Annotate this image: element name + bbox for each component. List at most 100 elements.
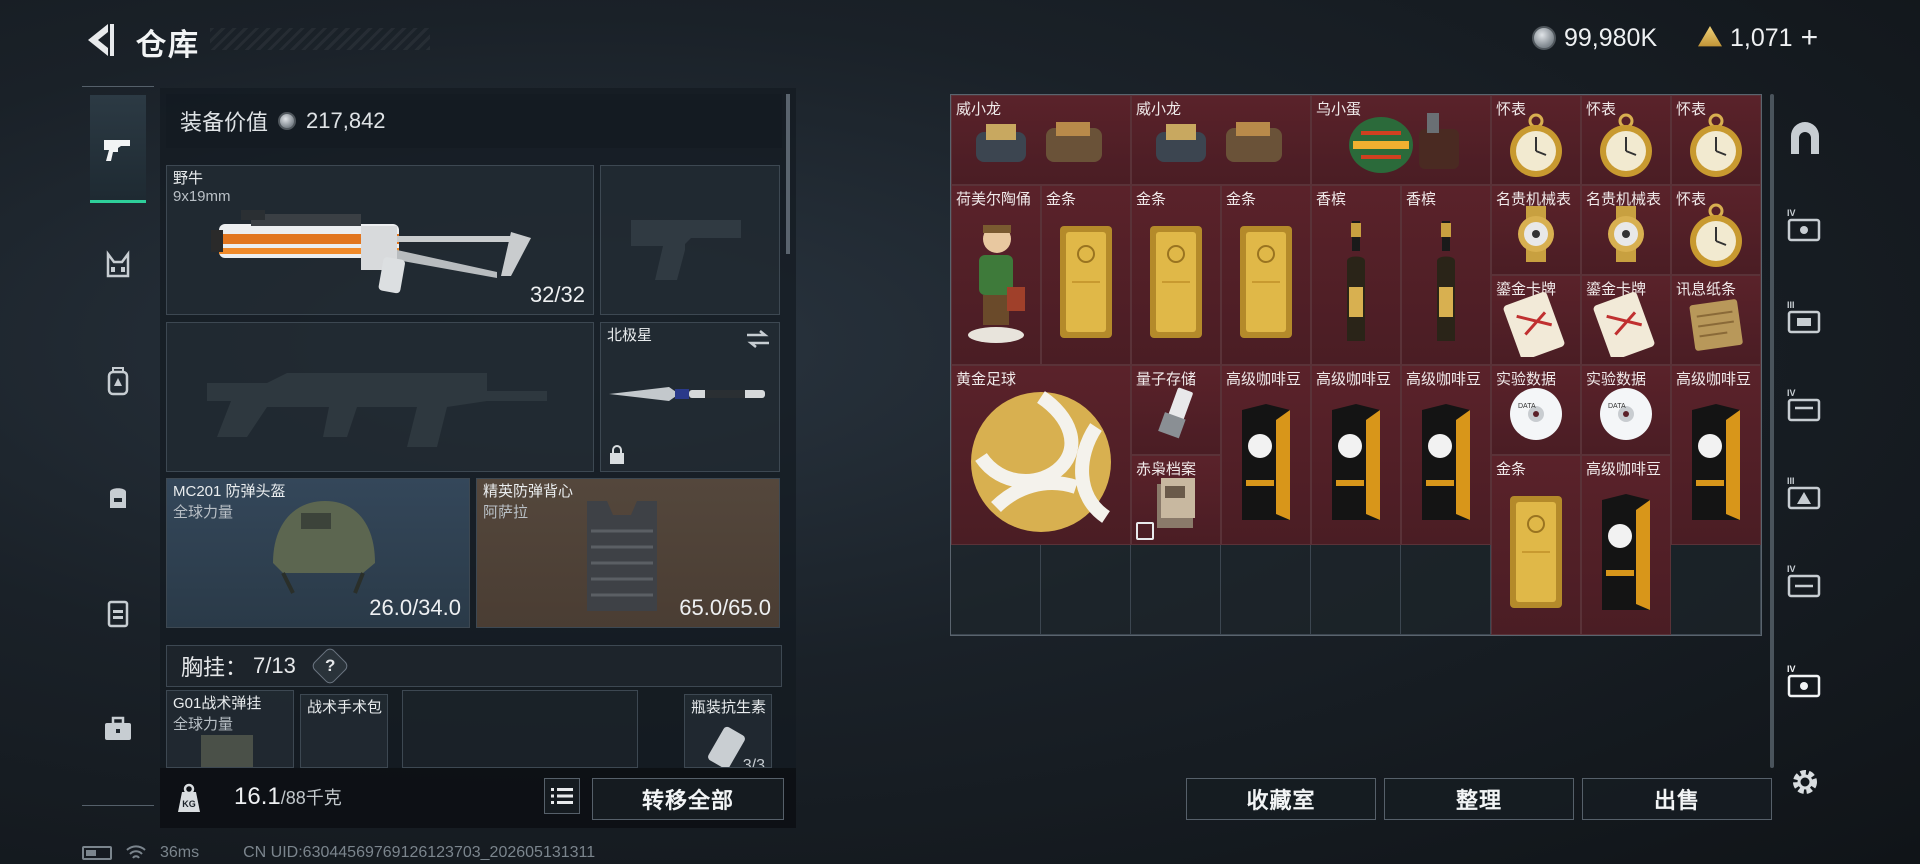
sell-button[interactable]: 出售 <box>1582 778 1772 820</box>
stash-item[interactable]: 怀表 <box>1671 185 1761 275</box>
stash-tab-iv-c[interactable]: IV <box>1776 542 1834 622</box>
help-icon: ? <box>324 655 336 675</box>
equip-value-label: 装备价值 <box>180 110 269 135</box>
secondary-weapon-slot[interactable] <box>166 322 594 472</box>
stash-tab-iii-b[interactable]: III <box>1776 454 1834 534</box>
stash-item[interactable]: 香槟 <box>1311 185 1401 365</box>
backpack-icon <box>107 367 129 396</box>
gold-amount: 1,071 <box>1730 23 1793 52</box>
chest-rig-label: 胸挂： <box>181 655 248 680</box>
stash-item[interactable]: 赤枭档案 <box>1131 455 1221 545</box>
stash-item[interactable]: 威小龙 <box>1131 95 1311 185</box>
settings-button[interactable] <box>1776 742 1834 822</box>
stash-item[interactable]: 实验数据 DATA <box>1581 365 1671 455</box>
weight-current: 16.1 <box>234 783 281 810</box>
stash-tab-iv-a[interactable]: IV <box>1776 186 1834 266</box>
carry-weight: 16.1/88千克 <box>234 783 342 811</box>
chest-item-name: 瓶装抗生素 <box>691 699 767 716</box>
sidearm-slot[interactable] <box>600 165 780 315</box>
stash-item[interactable]: 高级咖啡豆 <box>1401 365 1491 545</box>
chest-item-slot[interactable]: G01战术弹挂 全球力量 <box>166 690 294 768</box>
primary-weapon-slot[interactable]: 野牛 9x19mm 32/32 <box>166 165 594 315</box>
svg-text:IV: IV <box>1787 208 1796 218</box>
helmet-slot[interactable]: MC201 防弹头盔 全球力量 26.0/34.0 <box>166 478 470 628</box>
stash-item[interactable]: 量子存储 <box>1131 365 1221 455</box>
swap-icon[interactable] <box>745 329 771 349</box>
back-arrow-icon[interactable] <box>82 20 116 60</box>
stash-item[interactable]: 高级咖啡豆 <box>1581 455 1671 635</box>
tab-weapons[interactable] <box>90 95 146 203</box>
stash-item[interactable]: 讯息纸条 <box>1671 275 1761 365</box>
stash-item[interactable]: 金条 <box>1131 185 1221 365</box>
svg-text:KG: KG <box>182 799 196 809</box>
help-button[interactable]: ? <box>310 646 350 686</box>
stash-item[interactable]: 高级咖啡豆 <box>1221 365 1311 545</box>
page-title: 仓库 <box>136 29 200 62</box>
loadout-scrollbar[interactable] <box>786 94 790 254</box>
tab-container[interactable] <box>90 559 146 667</box>
stash-item[interactable]: 名贵机械表 <box>1581 185 1671 275</box>
stash-item[interactable]: 乌小蛋 <box>1311 95 1491 185</box>
organize-button[interactable]: 整理 <box>1384 778 1574 820</box>
pistol-icon <box>104 139 130 161</box>
stash-item[interactable]: 名贵机械表 <box>1491 185 1581 275</box>
stash-grid: 威小龙 威小龙 乌小蛋 怀表 怀表 怀表 荷美尔陶俑 金条 金条 金条 香槟 香槟 名贵机械表 名贵机械表… <box>950 94 1762 636</box>
silver-coin-icon <box>278 112 297 130</box>
stash-item[interactable]: 鎏金卡牌 <box>1581 275 1671 365</box>
stash-tab-iv-b[interactable]: IV <box>1776 366 1834 446</box>
stash-item[interactable]: 金条 <box>1221 185 1311 365</box>
helmet-brand: 全球力量 <box>173 504 234 521</box>
armor-slot[interactable]: 精英防弹背心 阿萨拉 65.0/65.0 <box>476 478 780 628</box>
arch-icon <box>1791 122 1819 154</box>
case-level-iv-icon: IV <box>1787 208 1821 242</box>
stash-item[interactable]: 荷美尔陶俑 <box>951 185 1041 365</box>
stash-item[interactable]: 黄金足球 <box>951 365 1131 545</box>
svg-text:III: III <box>1787 300 1795 310</box>
tab-vest[interactable] <box>90 211 146 319</box>
stash-item[interactable]: 金条 <box>1491 455 1581 635</box>
stash-item[interactable]: 怀表 <box>1491 95 1581 185</box>
svg-text:DATA: DATA <box>1518 403 1536 410</box>
stash-item-name: 金条 <box>1226 191 1257 208</box>
stash-item[interactable]: 金条 <box>1041 185 1131 365</box>
tab-backpack-a[interactable] <box>90 327 146 435</box>
chest-item-slot[interactable]: 瓶装抗生素 3/3 <box>684 694 772 768</box>
stash-tab-iv-d[interactable]: IV <box>1776 642 1834 722</box>
stash-item[interactable]: 香槟 <box>1401 185 1491 365</box>
stash-item[interactable]: 怀表 <box>1581 95 1671 185</box>
stash-item[interactable]: 鎏金卡牌 <box>1491 275 1581 365</box>
loadout-tab-rail <box>82 86 154 806</box>
vest-icon <box>587 501 657 611</box>
stash-tab-all[interactable] <box>1776 100 1834 180</box>
helmet-icon <box>273 501 375 594</box>
transfer-all-button[interactable]: 转移全部 <box>592 778 784 820</box>
stash-item-name: 高级咖啡豆 <box>1316 371 1392 388</box>
ammo-count: 32/32 <box>529 282 585 307</box>
chest-empty-slot[interactable] <box>402 690 638 768</box>
stash-item[interactable]: 怀表 <box>1671 95 1761 185</box>
gold-currency[interactable]: 1,071 + <box>1698 21 1819 55</box>
list-view-button[interactable] <box>544 778 580 814</box>
stash-tab-iii-a[interactable]: III <box>1776 278 1834 358</box>
tab-backpack-b[interactable] <box>90 443 146 551</box>
add-currency-button[interactable]: + <box>1801 21 1819 55</box>
pill-bottle-icon <box>708 726 745 767</box>
status-bar: 36ms CN UID:6304456976912​6123703_202605… <box>82 844 595 862</box>
not-found-icon <box>1136 522 1154 540</box>
collection-room-button[interactable]: 收藏室 <box>1186 778 1376 820</box>
stash-item[interactable]: 高级咖啡豆 <box>1311 365 1401 545</box>
stash-item-name: 荷美尔陶俑 <box>956 191 1032 208</box>
svg-text:IV: IV <box>1787 388 1796 398</box>
list-icon <box>551 788 573 804</box>
stash-item-name: 高级咖啡豆 <box>1586 461 1662 478</box>
melee-slot[interactable]: 北极星 <box>600 322 780 472</box>
stash-scrollbar[interactable] <box>1770 94 1774 768</box>
chest-item-slot[interactable]: 战术手术包 <box>300 694 388 768</box>
battery-icon <box>82 846 112 860</box>
armor-durability: 65.0/65.0 <box>679 595 771 620</box>
stash-item[interactable]: 实验数据 DATA <box>1491 365 1581 455</box>
tab-toolbox[interactable] <box>90 675 146 783</box>
stash-item[interactable]: 高级咖啡豆 <box>1671 365 1761 545</box>
case-level-iii-icon: III <box>1787 476 1821 510</box>
stash-item[interactable]: 威小龙 <box>951 95 1131 185</box>
